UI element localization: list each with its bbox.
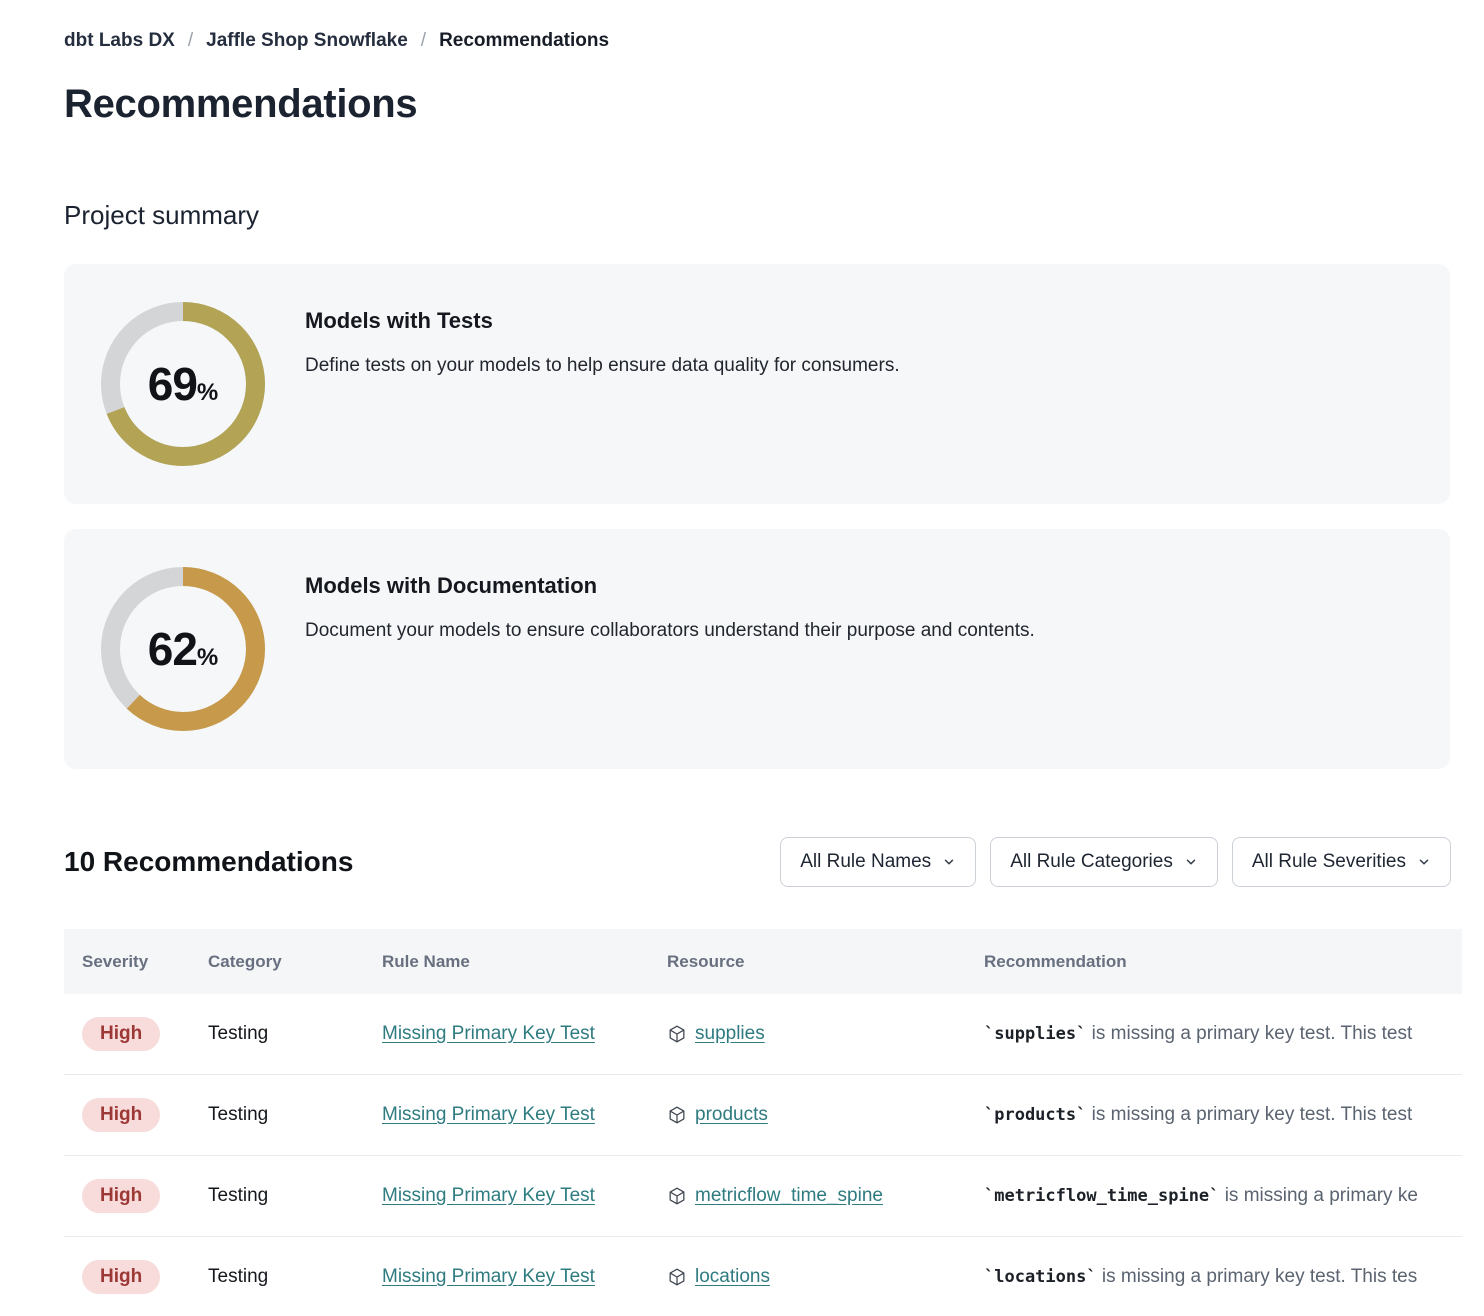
card-title: Models with Documentation (305, 573, 1035, 599)
percent-symbol: % (197, 379, 218, 407)
breadcrumb-item-dbt-labs-dx[interactable]: dbt Labs DX (64, 30, 175, 52)
table-row: High Testing Missing Primary Key Test su… (64, 994, 1462, 1075)
category-cell: Testing (208, 1104, 382, 1126)
filters: All Rule Names All Rule Categories All R… (780, 837, 1451, 887)
percent-value: 62 (148, 622, 197, 676)
summary-card-models-with-documentation: 62 % Models with Documentation Document … (64, 529, 1450, 769)
card-text: Models with Tests Define tests on your m… (305, 308, 900, 504)
breadcrumb-separator: / (421, 30, 426, 52)
resource-link[interactable]: products (695, 1104, 768, 1126)
chevron-down-icon (942, 855, 956, 869)
rule-name-link[interactable]: Missing Primary Key Test (382, 1266, 595, 1287)
card-text: Models with Documentation Document your … (305, 573, 1035, 769)
filter-label: All Rule Names (800, 851, 931, 873)
table-row: High Testing Missing Primary Key Test lo… (64, 1237, 1462, 1316)
column-header-category: Category (208, 952, 382, 972)
chevron-down-icon (1184, 855, 1198, 869)
rule-name-link[interactable]: Missing Primary Key Test (382, 1104, 595, 1125)
recommendation-code: `supplies` (984, 1024, 1086, 1044)
recommendation-text: is missing a primary key test. This tes (1102, 1266, 1417, 1287)
donut-percent-label: 69 % (101, 302, 265, 466)
card-title: Models with Tests (305, 308, 900, 334)
filter-label: All Rule Severities (1252, 851, 1406, 873)
recommendation-code: `locations` (984, 1267, 1097, 1287)
rule-name-link[interactable]: Missing Primary Key Test (382, 1185, 595, 1206)
column-header-recommendation: Recommendation (984, 952, 1462, 972)
severity-badge: High (82, 1260, 160, 1294)
resource-link[interactable]: locations (695, 1266, 770, 1288)
breadcrumb-item-recommendations: Recommendations (439, 30, 609, 52)
severity-badge: High (82, 1179, 160, 1213)
donut-percent-label: 62 % (101, 567, 265, 731)
recommendation-text: is missing a primary ke (1225, 1185, 1418, 1206)
table-row: High Testing Missing Primary Key Test me… (64, 1156, 1462, 1237)
recommendations-count-heading: 10 Recommendations (64, 846, 353, 878)
category-cell: Testing (208, 1185, 382, 1207)
project-summary-heading: Project summary (64, 200, 1484, 231)
severity-badge: High (82, 1017, 160, 1051)
recommendation-cell: `products` is missing a primary key test… (984, 1104, 1462, 1126)
percent-symbol: % (197, 644, 218, 672)
filter-rule-severities[interactable]: All Rule Severities (1232, 837, 1451, 887)
recommendations-table: Severity Category Rule Name Resource Rec… (64, 929, 1462, 1316)
resource-cell: metricflow_time_spine (667, 1185, 984, 1207)
model-cube-icon (667, 1267, 687, 1287)
chevron-down-icon (1417, 855, 1431, 869)
rule-name-link[interactable]: Missing Primary Key Test (382, 1023, 595, 1044)
category-cell: Testing (208, 1266, 382, 1288)
recommendation-text: is missing a primary key test. This test (1092, 1104, 1413, 1125)
recommendation-code: `metricflow_time_spine` (984, 1186, 1219, 1206)
resource-link[interactable]: supplies (695, 1023, 765, 1045)
summary-card-models-with-tests: 69 % Models with Tests Define tests on y… (64, 264, 1450, 504)
table-row: High Testing Missing Primary Key Test pr… (64, 1075, 1462, 1156)
docs-donut-chart: 62 % (101, 567, 265, 731)
recommendation-cell: `metricflow_time_spine` is missing a pri… (984, 1185, 1462, 1207)
breadcrumb: dbt Labs DX / Jaffle Shop Snowflake / Re… (64, 30, 1484, 52)
filter-rule-categories[interactable]: All Rule Categories (990, 837, 1218, 887)
breadcrumb-item-jaffle-shop-snowflake[interactable]: Jaffle Shop Snowflake (206, 30, 408, 52)
recommendation-text: is missing a primary key test. This test (1092, 1023, 1413, 1044)
page-title: Recommendations (64, 82, 1484, 127)
column-header-rule-name: Rule Name (382, 952, 667, 972)
column-header-severity: Severity (82, 952, 208, 972)
breadcrumb-separator: / (188, 30, 193, 52)
severity-badge: High (82, 1098, 160, 1132)
resource-cell: locations (667, 1266, 984, 1288)
recommendation-cell: `locations` is missing a primary key tes… (984, 1266, 1462, 1288)
resource-cell: products (667, 1104, 984, 1126)
table-header-row: Severity Category Rule Name Resource Rec… (64, 929, 1462, 994)
tests-donut-chart: 69 % (101, 302, 265, 466)
card-description: Document your models to ensure collabora… (305, 620, 1035, 642)
recommendation-cell: `supplies` is missing a primary key test… (984, 1023, 1462, 1045)
percent-value: 69 (148, 357, 197, 411)
recommendations-page: dbt Labs DX / Jaffle Shop Snowflake / Re… (0, 0, 1484, 1316)
model-cube-icon (667, 1186, 687, 1206)
column-header-resource: Resource (667, 952, 984, 972)
resource-cell: supplies (667, 1023, 984, 1045)
filter-label: All Rule Categories (1010, 851, 1173, 873)
model-cube-icon (667, 1024, 687, 1044)
resource-link[interactable]: metricflow_time_spine (695, 1185, 883, 1207)
recommendation-code: `products` (984, 1105, 1086, 1125)
model-cube-icon (667, 1105, 687, 1125)
recommendations-header: 10 Recommendations All Rule Names All Ru… (64, 837, 1451, 887)
filter-rule-names[interactable]: All Rule Names (780, 837, 976, 887)
category-cell: Testing (208, 1023, 382, 1045)
card-description: Define tests on your models to help ensu… (305, 355, 900, 377)
